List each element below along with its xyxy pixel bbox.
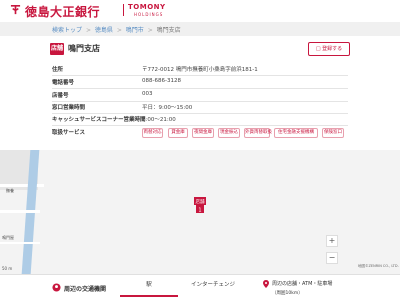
- info-label: 店番号: [52, 93, 69, 99]
- service-tag[interactable]: 外貨両替取扱: [244, 128, 272, 138]
- info-value-phone[interactable]: 088-686-3128: [142, 78, 181, 84]
- service-tag[interactable]: 住宅金融支援機構: [274, 128, 318, 138]
- service-tag[interactable]: 夜間金庫: [192, 128, 214, 138]
- breadcrumb-separator: >: [116, 27, 122, 34]
- info-row-phone: 電話番号 088-686-3128: [52, 76, 348, 89]
- info-label: 取扱サービス: [52, 130, 86, 136]
- service-tag[interactable]: 貸金庫: [168, 128, 188, 138]
- info-value-counter-hours: 平日：9:00～15:00: [142, 105, 193, 111]
- map-place-label: 撫養: [6, 188, 14, 193]
- breadcrumb-link-city[interactable]: 鳴門市: [126, 27, 144, 34]
- info-value-atm-hours: 8:00～21:00: [142, 117, 176, 123]
- map-road: [0, 242, 40, 244]
- info-value-address: 〒772-0012 鳴門市撫養町小桑島字前浜181-1: [142, 67, 258, 73]
- marker-number: 1: [198, 208, 201, 214]
- map-place-label: 鳴門屋: [2, 235, 14, 240]
- transport-title: 周辺の交通機関: [64, 286, 107, 293]
- page-title: 鳴門支店: [68, 44, 100, 53]
- site-header: 徳島大正銀行 TOMONY HOLDINGS: [0, 0, 400, 20]
- logo-divider: [123, 4, 124, 16]
- info-row-address: 住所 〒772-0012 鳴門市撫養町小桑島字前浜181-1: [52, 63, 348, 76]
- map-copyright: 地図©ZENRIN CO., LTD.: [358, 264, 399, 268]
- bank-name[interactable]: 徳島大正銀行: [25, 3, 100, 20]
- breadcrumb-separator: >: [147, 27, 153, 34]
- nearby-radius: （周囲10km）: [272, 291, 303, 296]
- breadcrumb-bar: 検索トップ > 徳島県 > 鳴門市 > 鳴門支店: [0, 22, 400, 36]
- nearby-facilities-link[interactable]: 周辺の店舗・ATM・駐車場: [272, 281, 332, 288]
- zoom-in-button[interactable]: +: [326, 235, 338, 247]
- tab-interchange[interactable]: インターチェンジ: [178, 275, 248, 295]
- service-tag[interactable]: 両替対応: [142, 128, 163, 138]
- marker-label: 店舗: [196, 198, 205, 205]
- branch-type-badge: 店舗: [50, 43, 64, 55]
- bank-logo-icon[interactable]: [10, 4, 21, 15]
- branch-map-marker[interactable]: 店舗 1: [194, 197, 206, 214]
- transport-section: 周辺の交通機関 駅 インターチェンジ 周辺の店舗・ATM・駐車場 （周囲10km…: [0, 274, 400, 301]
- holdings-logo-sub: HOLDINGS: [134, 12, 164, 17]
- info-label: 住所: [52, 67, 64, 73]
- zoom-out-button[interactable]: −: [326, 252, 338, 264]
- breadcrumb-current: 鳴門支店: [156, 27, 181, 34]
- service-tag[interactable]: 現金振込: [218, 128, 240, 138]
- map-road: [0, 210, 40, 213]
- info-row-atm-hours: キャッシュサービスコーナー営業時間 8:00～21:00: [52, 113, 348, 126]
- map-marker-icon: [263, 280, 269, 288]
- map-road: [0, 184, 44, 187]
- info-label: キャッシュサービスコーナー営業時間: [52, 117, 146, 123]
- info-value-branch-number: 003: [142, 91, 153, 97]
- location-pin-icon: [52, 283, 61, 292]
- info-label: 電話番号: [52, 80, 75, 86]
- breadcrumb: 検索トップ > 徳島県 > 鳴門市 > 鳴門支店: [52, 25, 181, 34]
- tab-station[interactable]: 駅: [120, 275, 178, 297]
- holdings-logo: TOMONY: [128, 3, 166, 11]
- map-pin-icon: 店舗 1: [194, 197, 206, 214]
- map-scale: 50 m: [2, 266, 13, 271]
- breadcrumb-separator: >: [85, 27, 91, 34]
- breadcrumb-link-prefecture[interactable]: 徳島県: [95, 27, 113, 34]
- breadcrumb-link-search-top[interactable]: 検索トップ: [52, 27, 82, 34]
- service-tag[interactable]: 保険窓口: [322, 128, 344, 138]
- register-button[interactable]: □ 登録する: [308, 42, 350, 56]
- info-label: 窓口営業時間: [52, 105, 86, 111]
